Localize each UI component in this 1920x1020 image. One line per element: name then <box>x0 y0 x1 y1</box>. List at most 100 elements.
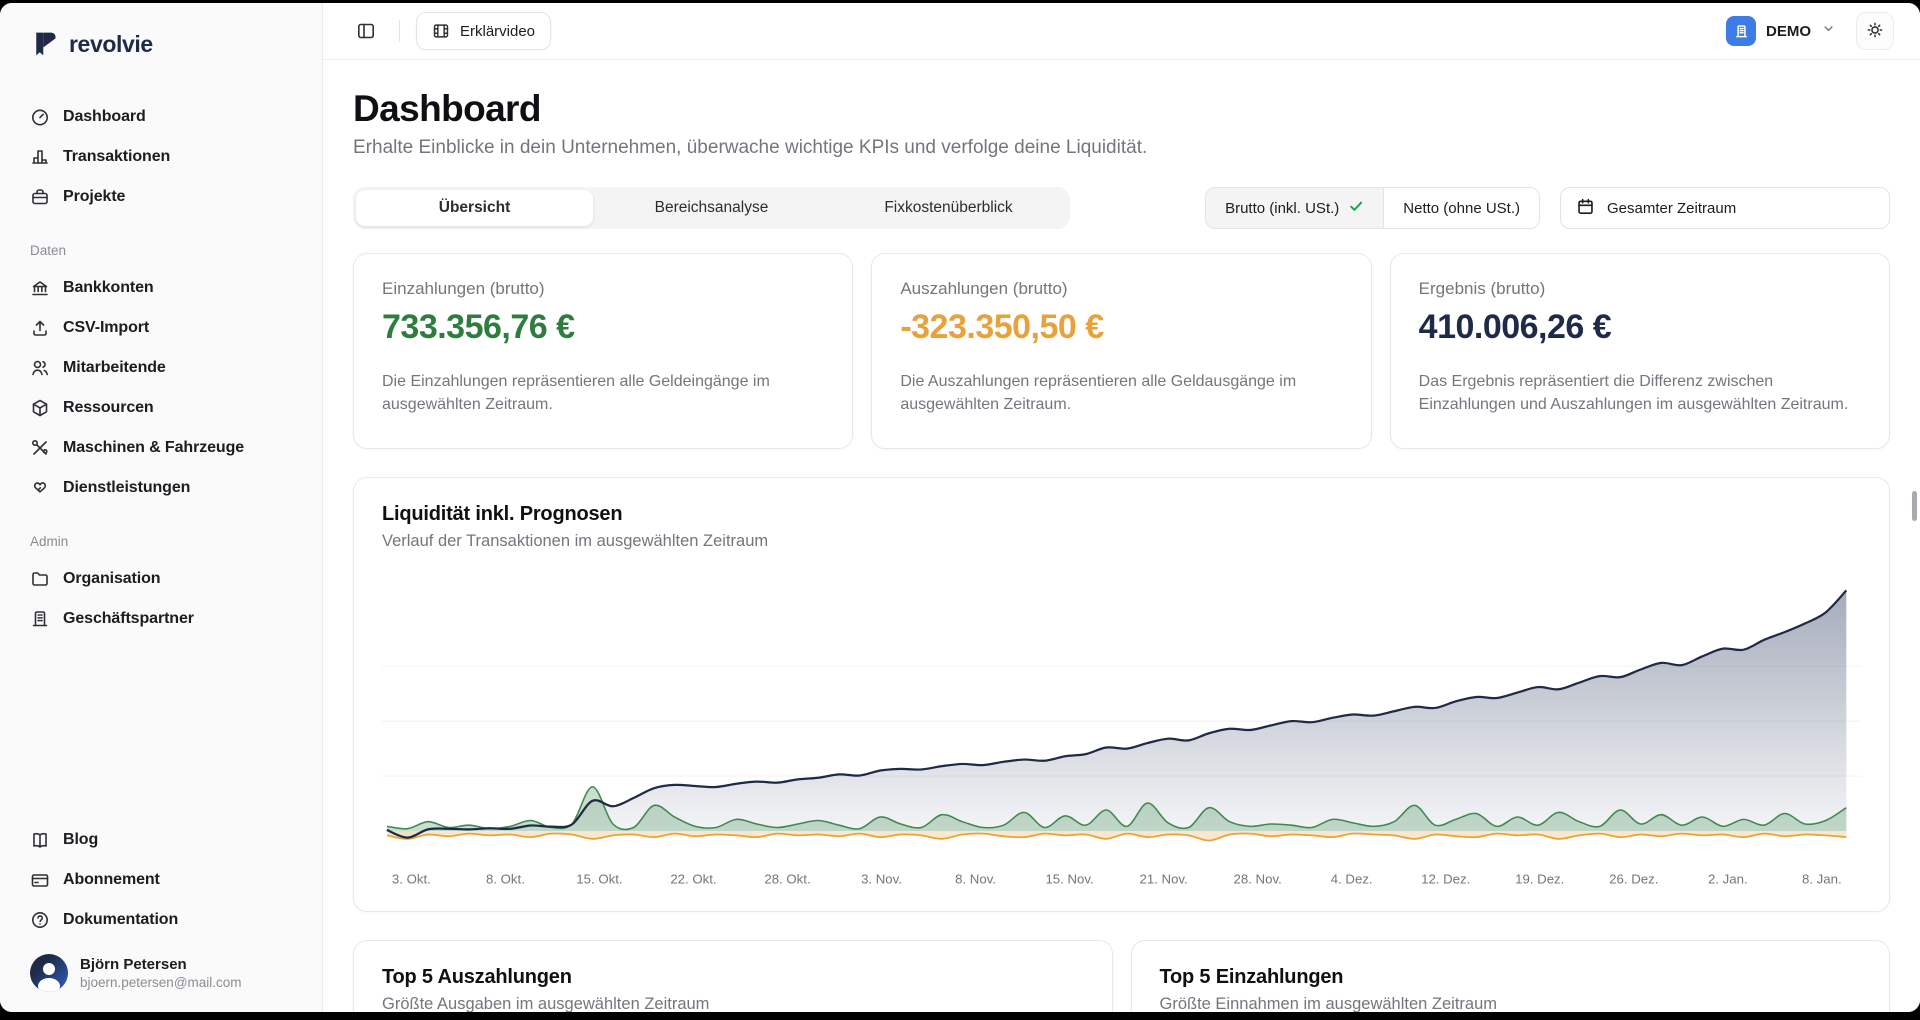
sidebar-item-label: Dienstleistungen <box>63 479 190 497</box>
vat-option-netto[interactable]: Netto (ohne USt.) <box>1383 188 1539 228</box>
svg-text:8. Nov.: 8. Nov. <box>955 871 996 886</box>
check-icon <box>1348 198 1364 218</box>
chart-title: Liquidität inkl. Prognosen <box>382 503 1861 526</box>
kpi-label: Auszahlungen (brutto) <box>900 279 1342 299</box>
svg-text:2. Jan.: 2. Jan. <box>1708 871 1748 886</box>
sidebar-item-label: Bankkonten <box>63 279 154 297</box>
sidebar-item-csv-import[interactable]: CSV-Import <box>0 308 322 348</box>
credit-card-icon <box>30 870 50 890</box>
sidebar-item-blog[interactable]: Blog <box>0 820 322 860</box>
film-icon <box>432 22 450 40</box>
card-title: Top 5 Einzahlungen <box>1160 966 1862 989</box>
sidebar-item-dokumentation[interactable]: Dokumentation <box>0 900 322 940</box>
avatar <box>30 954 68 992</box>
app-window: revolvie Dashboard Transaktionen Projekt… <box>0 3 1920 1012</box>
tools-icon <box>30 438 50 458</box>
sidebar-item-projekte[interactable]: Projekte <box>0 177 322 217</box>
sidebar-item-bankkonten[interactable]: Bankkonten <box>0 268 322 308</box>
sidebar-item-label: Projekte <box>63 188 125 206</box>
sun-icon <box>1866 21 1884 42</box>
svg-text:8. Okt.: 8. Okt. <box>486 871 525 886</box>
revolvie-logo-icon <box>30 29 60 59</box>
bar-chart-icon <box>30 147 50 167</box>
page-subtitle: Erhalte Einblicke in dein Unternehmen, ü… <box>353 137 1890 159</box>
vat-option-brutto[interactable]: Brutto (inkl. USt.) <box>1206 188 1383 228</box>
sidebar-spacer <box>0 639 322 820</box>
bank-icon <box>30 278 50 298</box>
sidebar-item-maschinen-fahrzeuge[interactable]: Maschinen & Fahrzeuge <box>0 428 322 468</box>
hand-heart-icon <box>30 478 50 498</box>
svg-text:28. Okt.: 28. Okt. <box>764 871 810 886</box>
main-area: Erklärvideo DEMO Dashboard Erhalte Einbl… <box>323 3 1920 1012</box>
bottom-cards-row: Top 5 Auszahlungen Größte Ausgaben im au… <box>353 940 1890 1012</box>
calendar-icon <box>1576 197 1595 220</box>
kpi-value: 410.006,26 € <box>1419 308 1861 347</box>
controls-right: Brutto (inkl. USt.) Netto (ohne USt.) Ge… <box>1205 187 1890 229</box>
sidebar-item-geschaeftspartner[interactable]: Geschäftspartner <box>0 599 322 639</box>
sidebar-item-label: Maschinen & Fahrzeuge <box>63 439 244 457</box>
kpi-value: 733.356,76 € <box>382 308 824 347</box>
sidebar-item-label: Mitarbeitende <box>63 359 166 377</box>
sidebar-item-dashboard[interactable]: Dashboard <box>0 97 322 137</box>
view-tabs: Übersicht Bereichsanalyse Fixkostenüberb… <box>353 187 1070 229</box>
sidebar-item-label: Geschäftspartner <box>63 610 194 628</box>
org-building-icon <box>1726 16 1756 46</box>
svg-text:28. Nov.: 28. Nov. <box>1234 871 1282 886</box>
sidebar-item-dienstleistungen[interactable]: Dienstleistungen <box>0 468 322 508</box>
kpi-description: Das Ergebnis repräsentiert die Differenz… <box>1419 370 1849 416</box>
org-switcher[interactable]: DEMO <box>1726 16 1836 46</box>
sidebar-item-label: Transaktionen <box>63 148 170 166</box>
sidebar-item-label: Abonnement <box>63 871 160 889</box>
sidebar-section-admin: Admin <box>0 534 322 549</box>
page-title: Dashboard <box>353 88 1890 130</box>
sidebar-nav: Dashboard Transaktionen Projekte Daten B… <box>0 97 322 639</box>
sidebar-item-ressourcen[interactable]: Ressourcen <box>0 388 322 428</box>
chevron-down-icon <box>1821 21 1836 41</box>
sidebar-toggle-button[interactable] <box>349 14 383 48</box>
theme-toggle-button[interactable] <box>1856 12 1894 50</box>
sidebar-item-abonnement[interactable]: Abonnement <box>0 860 322 900</box>
explainer-video-button[interactable]: Erklärvideo <box>416 12 551 50</box>
svg-text:3. Nov.: 3. Nov. <box>861 871 902 886</box>
kpi-description: Die Einzahlungen repräsentieren alle Gel… <box>382 370 812 416</box>
kpi-label: Ergebnis (brutto) <box>1419 279 1861 299</box>
kpi-value: -323.350,50 € <box>900 308 1342 347</box>
kpi-label: Einzahlungen (brutto) <box>382 279 824 299</box>
topbar-divider <box>399 20 400 42</box>
kpi-card-ergebnis: Ergebnis (brutto) 410.006,26 € Das Ergeb… <box>1390 253 1890 449</box>
topbar-right: DEMO <box>1726 12 1894 50</box>
sidebar-section-daten: Daten <box>0 243 322 258</box>
liquidity-chart[interactable]: 3. Okt.8. Okt.15. Okt.22. Okt.28. Okt.3.… <box>382 567 1861 897</box>
liquidity-chart-svg: 3. Okt.8. Okt.15. Okt.22. Okt.28. Okt.3.… <box>382 567 1861 897</box>
sidebar-item-label: CSV-Import <box>63 319 149 337</box>
page-content: Dashboard Erhalte Einblicke in dein Unte… <box>323 60 1920 1012</box>
panel-left-icon <box>356 21 376 41</box>
help-circle-icon <box>30 910 50 930</box>
brand-name: revolvie <box>69 31 153 58</box>
svg-text:15. Okt.: 15. Okt. <box>576 871 622 886</box>
vat-option-label: Brutto (inkl. USt.) <box>1225 200 1339 217</box>
svg-text:15. Nov.: 15. Nov. <box>1045 871 1093 886</box>
tab-uebersicht[interactable]: Übersicht <box>356 190 593 226</box>
users-icon <box>30 358 50 378</box>
sidebar-item-transaktionen[interactable]: Transaktionen <box>0 137 322 177</box>
svg-text:12. Dez.: 12. Dez. <box>1421 871 1470 886</box>
kpi-card-auszahlungen: Auszahlungen (brutto) -323.350,50 € Die … <box>871 253 1371 449</box>
tab-fixkostenueberblick[interactable]: Fixkostenüberblick <box>830 190 1067 226</box>
svg-text:4. Dez.: 4. Dez. <box>1331 871 1373 886</box>
top5-einzahlungen-card: Top 5 Einzahlungen Größte Einnahmen im a… <box>1131 940 1891 1012</box>
svg-text:22. Okt.: 22. Okt. <box>670 871 716 886</box>
user-menu[interactable]: Björn Petersen bjoern.petersen@mail.com <box>0 940 322 992</box>
date-range-button[interactable]: Gesamter Zeitraum <box>1560 187 1890 229</box>
scrollbar-thumb[interactable] <box>1912 491 1917 521</box>
topbar: Erklärvideo DEMO <box>323 3 1920 60</box>
brand[interactable]: revolvie <box>0 29 322 59</box>
tab-bereichsanalyse[interactable]: Bereichsanalyse <box>593 190 830 226</box>
card-subtitle: Größte Einnahmen im ausgewählten Zeitrau… <box>1160 995 1862 1012</box>
sidebar-item-label: Dokumentation <box>63 911 178 929</box>
svg-text:21. Nov.: 21. Nov. <box>1139 871 1187 886</box>
briefcase-icon <box>30 187 50 207</box>
sidebar-item-organisation[interactable]: Organisation <box>0 559 322 599</box>
sidebar-item-label: Blog <box>63 831 98 849</box>
sidebar-item-mitarbeitende[interactable]: Mitarbeitende <box>0 348 322 388</box>
